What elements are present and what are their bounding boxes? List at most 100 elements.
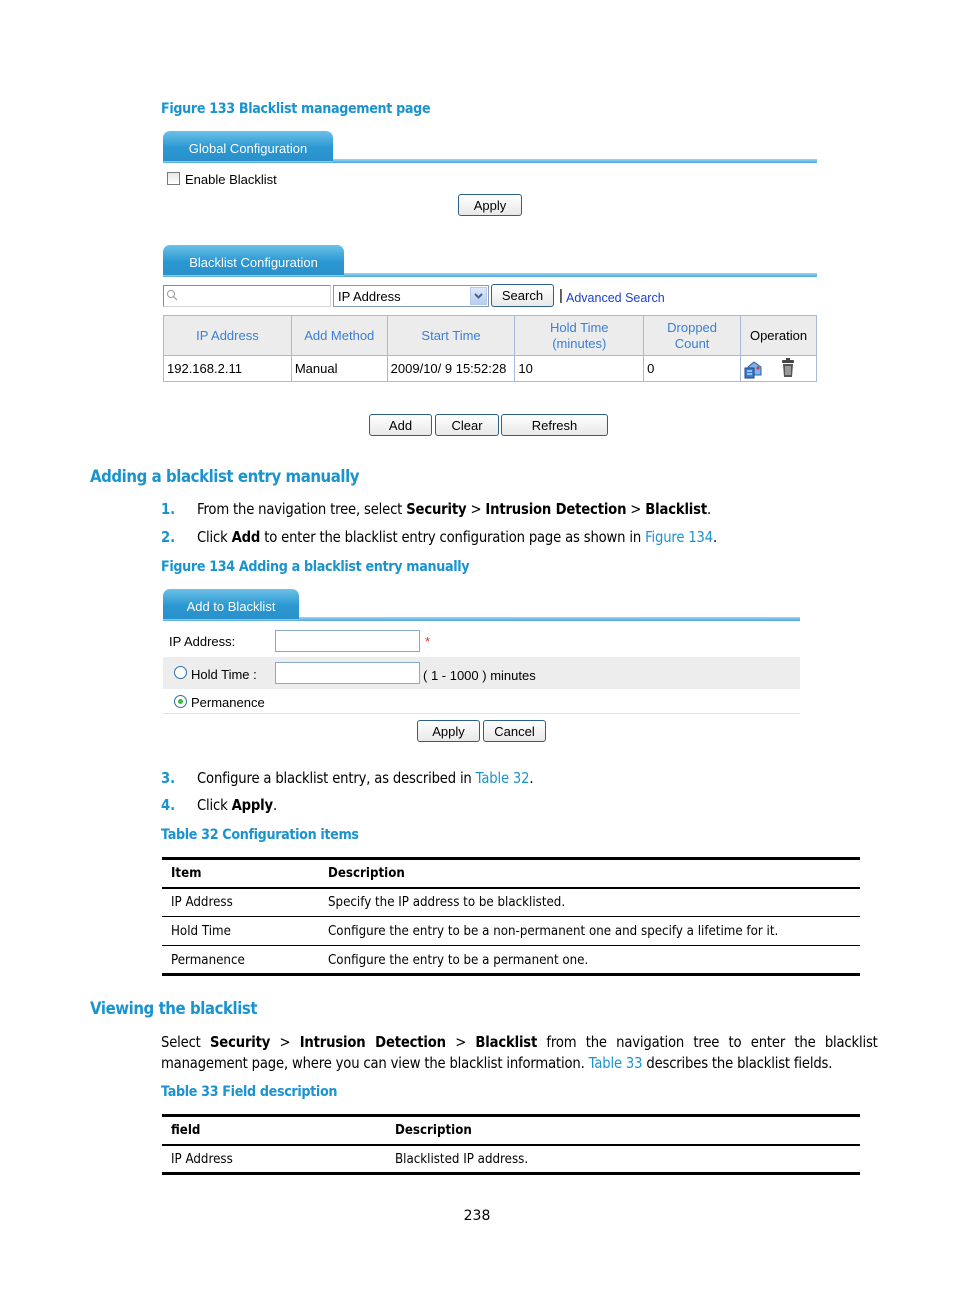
advanced-search-link[interactable]: Advanced Search [566, 291, 665, 305]
column-header-item: Item [162, 858, 319, 889]
search-input[interactable] [163, 285, 331, 307]
menu-blacklist: Blacklist [645, 500, 707, 518]
header-text: Description [395, 1122, 472, 1139]
hold-time-input[interactable] [275, 662, 420, 684]
text: Click [197, 528, 232, 546]
add-button[interactable]: Add [369, 414, 432, 436]
search-button[interactable]: Search [491, 284, 554, 307]
cell-item: IP Address [162, 887, 319, 917]
table-32-link[interactable]: Table 32 [476, 769, 530, 787]
tab-underline [299, 617, 800, 621]
text: Click [197, 796, 232, 814]
clear-button[interactable]: Clear [435, 414, 499, 436]
table-header-row: Item Description [162, 858, 860, 889]
column-header-field: field [162, 1115, 386, 1146]
table-row: IP Address Blacklisted IP address. [162, 1145, 860, 1174]
cell-text: IP Address [171, 1150, 233, 1167]
header-line: (minutes) [552, 335, 607, 351]
table-33-link[interactable]: Table 33 [589, 1054, 643, 1072]
header-text: field [171, 1122, 201, 1139]
tab-underline [163, 275, 344, 277]
cell-text: IP Address [171, 894, 233, 911]
figure-134-link[interactable]: Figure 134 [645, 528, 713, 546]
cell-text: Hold Time [171, 923, 231, 939]
clear-button-label: Clear [451, 417, 483, 433]
apply-button-label: Apply [473, 197, 507, 213]
step-1-text: From the navigation tree, select Securit… [197, 500, 711, 518]
step-number: 2. [161, 528, 176, 546]
paragraph-line-2: management page, where you can view the … [161, 1054, 832, 1072]
table-33: field Description IP Address Blacklisted… [162, 1114, 860, 1175]
table-row: Permanence Configure the entry to be a p… [162, 946, 860, 975]
separator: | [559, 287, 563, 304]
step-number: 1. [161, 500, 176, 518]
cell-item: Permanence [162, 946, 319, 975]
apply-button[interactable]: Apply [458, 194, 522, 216]
hold-time-range: ( 1 - 1000 ) minutes [423, 668, 536, 683]
cell-hold-time: 10 [514, 355, 645, 382]
step-number: 3. [161, 769, 176, 787]
menu-intrusion-detection: Intrusion Detection [485, 500, 627, 518]
apply-button-label: Apply [432, 723, 465, 739]
cell-dropped-count: 0 [643, 355, 741, 382]
header-text: Item [171, 865, 202, 882]
cell-description: Configure the entry to be a non-permanen… [319, 916, 860, 946]
table-row: Hold Time Configure the entry to be a no… [162, 916, 860, 946]
step-4-text: Click Apply. [197, 796, 277, 814]
table-header-row: field Description [162, 1115, 860, 1146]
cancel-button[interactable]: Cancel [483, 720, 546, 742]
text: . [529, 769, 534, 787]
header-line: Dropped [667, 319, 718, 335]
header-line: Count [674, 335, 710, 351]
text: Configure a blacklist entry, as describe… [197, 769, 476, 787]
delete-icon[interactable] [781, 358, 795, 378]
text: . [713, 528, 718, 546]
enable-blacklist-label: Enable Blacklist [185, 172, 277, 187]
cell-description: Blacklisted IP address. [386, 1145, 860, 1174]
tab-add-to-blacklist[interactable]: Add to Blacklist [163, 589, 299, 619]
tab-global-configuration[interactable]: Global Configuration [163, 131, 333, 161]
tab-blacklist-configuration[interactable]: Blacklist Configuration [163, 245, 344, 275]
cell-description: Specify the IP address to be blacklisted… [319, 887, 860, 917]
column-header-start-time[interactable]: Start Time [386, 315, 516, 356]
enable-blacklist-checkbox[interactable] [167, 172, 180, 185]
text: to enter the blacklist entry configurati… [260, 528, 646, 546]
bold-add: Add [231, 528, 261, 546]
section-heading-viewing: Viewing the blacklist [90, 999, 258, 1019]
chevron-down-icon[interactable] [470, 287, 487, 305]
tab-underline [344, 273, 817, 277]
table-32-caption: Table 32 Configuration items [161, 827, 359, 843]
apply-button[interactable]: Apply [417, 720, 480, 742]
column-header-add-method[interactable]: Add Method [290, 315, 388, 356]
menu-blacklist: Blacklist [475, 1033, 538, 1051]
paragraph-line-1: Select Security > Intrusion Detection > … [161, 1033, 878, 1051]
divider [163, 713, 800, 714]
blacklist-table: IP Address Add Method Start Time Hold Ti… [163, 315, 817, 382]
cell-text: Configure the entry to be a non-permanen… [328, 923, 779, 939]
cell-add-method: Manual [290, 355, 388, 382]
table-32: Item Description IP Address Specify the … [162, 857, 860, 976]
table-33-caption: Table 33 Field description [161, 1084, 338, 1100]
hold-time-label: Hold Time : [191, 667, 257, 682]
hold-time-radio[interactable] [174, 666, 187, 679]
search-field-select[interactable]: IP Address [333, 285, 489, 307]
column-header-dropped-count[interactable]: Dropped Count [643, 315, 741, 356]
column-header-hold-time[interactable]: Hold Time (minutes) [514, 315, 645, 356]
menu-security: Security [406, 500, 467, 518]
step-number: 4. [161, 796, 176, 814]
ip-address-label: IP Address: [169, 634, 236, 649]
permanence-label: Permanence [191, 695, 265, 710]
tab-label: Global Configuration [188, 140, 308, 156]
text: from the navigation tree to enter the bl… [537, 1033, 878, 1051]
cell-start-time: 2009/10/ 9 15:52:28 [386, 355, 516, 382]
column-header-ip-address[interactable]: IP Address [163, 315, 292, 356]
required-asterisk: * [425, 634, 431, 649]
ip-address-input[interactable] [275, 630, 420, 652]
header-line: Hold Time [550, 319, 609, 335]
edit-icon[interactable] [743, 359, 763, 379]
permanence-radio[interactable] [174, 695, 187, 708]
refresh-button[interactable]: Refresh [501, 414, 608, 436]
cell-text: Blacklisted IP address. [395, 1150, 529, 1167]
text: Select [161, 1033, 210, 1051]
figure-134-caption: Figure 134 Adding a blacklist entry manu… [161, 559, 470, 575]
